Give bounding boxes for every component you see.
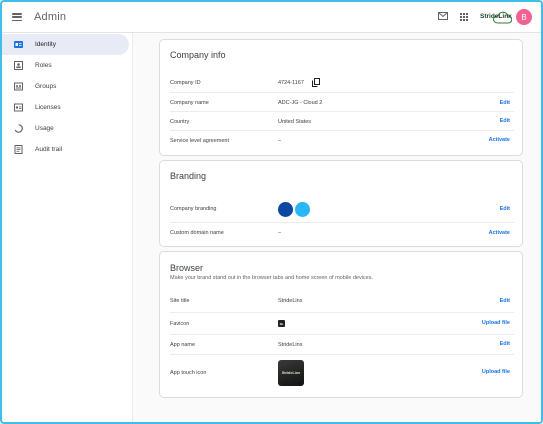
usage-icon xyxy=(14,124,23,133)
row-label: Site title xyxy=(170,298,190,304)
roles-icon xyxy=(14,61,23,70)
row-label: Custom domain name xyxy=(170,230,224,236)
sidebar-item-label: Audit trail xyxy=(35,146,63,153)
main-content: Company info Company ID 4724-1167 Compan… xyxy=(133,33,541,422)
sidebar: Identity Roles Groups Licenses Usage Aud… xyxy=(2,33,133,422)
mail-icon[interactable] xyxy=(438,12,448,20)
brand-logo: StrideLinx xyxy=(478,8,512,26)
touch-icon-text: StrideLinx xyxy=(281,371,301,375)
sidebar-item-licenses[interactable]: Licenses xyxy=(2,97,132,118)
service-level-row: Service level agreement – Activate xyxy=(170,131,514,151)
sidebar-item-label: Usage xyxy=(35,125,54,132)
brand-text: StrideLinx xyxy=(480,13,512,20)
service-level-value: – xyxy=(278,138,282,144)
company-name-row: Company name ADC-JG - Cloud 2 Edit xyxy=(170,93,514,112)
edit-branding-button[interactable]: Edit xyxy=(500,206,510,212)
branding-card: Branding Company branding Edit Custom do… xyxy=(159,160,523,247)
activate-domain-button[interactable]: Activate xyxy=(489,230,510,236)
row-label: Favicon xyxy=(170,321,190,327)
app-name-row: App name StrideLinx Edit xyxy=(170,335,514,355)
avatar[interactable]: B xyxy=(516,9,532,25)
favicon-row: Favicon SL Upload file xyxy=(170,313,514,335)
sidebar-item-groups[interactable]: Groups xyxy=(2,76,132,97)
edit-site-title-button[interactable]: Edit xyxy=(500,298,510,304)
company-info-card: Company info Company ID 4724-1167 Compan… xyxy=(159,39,523,156)
app-name-value: StrideLinx xyxy=(278,342,303,348)
groups-icon xyxy=(14,82,23,91)
company-name-value: ADC-JG - Cloud 2 xyxy=(278,100,323,106)
sidebar-item-roles[interactable]: Roles xyxy=(2,55,132,76)
country-row: Country United States Edit xyxy=(170,112,514,131)
app-window: Admin StrideLinx B Identity Roles Groups… xyxy=(0,0,543,424)
sidebar-item-audit-trail[interactable]: Audit trail xyxy=(2,139,132,160)
secondary-color-swatch xyxy=(295,202,310,217)
sidebar-item-label: Groups xyxy=(35,83,57,90)
sidebar-item-label: Roles xyxy=(35,62,52,69)
sidebar-item-label: Licenses xyxy=(35,104,61,111)
row-label: Country xyxy=(170,119,190,125)
sidebar-item-label: Identity xyxy=(35,41,56,48)
custom-domain-row: Custom domain name – Activate xyxy=(170,223,514,243)
app-touch-icon-image: StrideLinx xyxy=(278,360,304,386)
licenses-icon xyxy=(14,103,23,112)
row-label: Service level agreement xyxy=(170,138,230,144)
apps-grid-icon[interactable] xyxy=(460,13,468,21)
primary-color-swatch xyxy=(278,202,293,217)
row-label: App touch icon xyxy=(170,370,207,376)
site-title-row: Site title StrideLinx Edit xyxy=(170,291,514,313)
top-bar: Admin StrideLinx B xyxy=(2,2,541,33)
row-label: Company ID xyxy=(170,80,201,86)
edit-app-name-button[interactable]: Edit xyxy=(500,341,510,347)
company-info-title: Company info xyxy=(170,50,226,60)
upload-favicon-button[interactable]: Upload file xyxy=(482,320,510,326)
favicon-image: SL xyxy=(278,320,285,327)
audit-trail-icon xyxy=(14,145,23,154)
edit-country-button[interactable]: Edit xyxy=(500,118,510,124)
menu-icon[interactable] xyxy=(11,11,23,23)
app-title: Admin xyxy=(34,11,67,23)
row-label: Company branding xyxy=(170,206,217,212)
site-title-value: StrideLinx xyxy=(278,298,303,304)
copy-icon[interactable] xyxy=(312,78,320,87)
row-label: Company name xyxy=(170,100,209,106)
edit-company-name-button[interactable]: Edit xyxy=(500,100,510,106)
app-touch-icon-row: App touch icon StrideLinx Upload file xyxy=(170,355,514,391)
upload-touch-icon-button[interactable]: Upload file xyxy=(482,369,510,375)
company-branding-row: Company branding Edit xyxy=(170,197,514,223)
row-label: App name xyxy=(170,342,196,348)
browser-subtitle: Make your brand stand out in the browser… xyxy=(170,275,374,281)
id-card-icon xyxy=(14,41,23,48)
activate-sla-button[interactable]: Activate xyxy=(489,137,510,143)
sidebar-item-identity[interactable]: Identity xyxy=(2,34,129,55)
branding-title: Branding xyxy=(170,171,207,181)
browser-card: Browser Make your brand stand out in the… xyxy=(159,251,523,398)
company-id-value: 4724-1167 xyxy=(278,80,304,86)
sidebar-item-usage[interactable]: Usage xyxy=(2,118,132,139)
custom-domain-value: – xyxy=(278,230,282,236)
browser-title: Browser xyxy=(170,263,204,273)
country-value: United States xyxy=(278,119,312,125)
company-id-row: Company ID 4724-1167 xyxy=(170,73,514,93)
